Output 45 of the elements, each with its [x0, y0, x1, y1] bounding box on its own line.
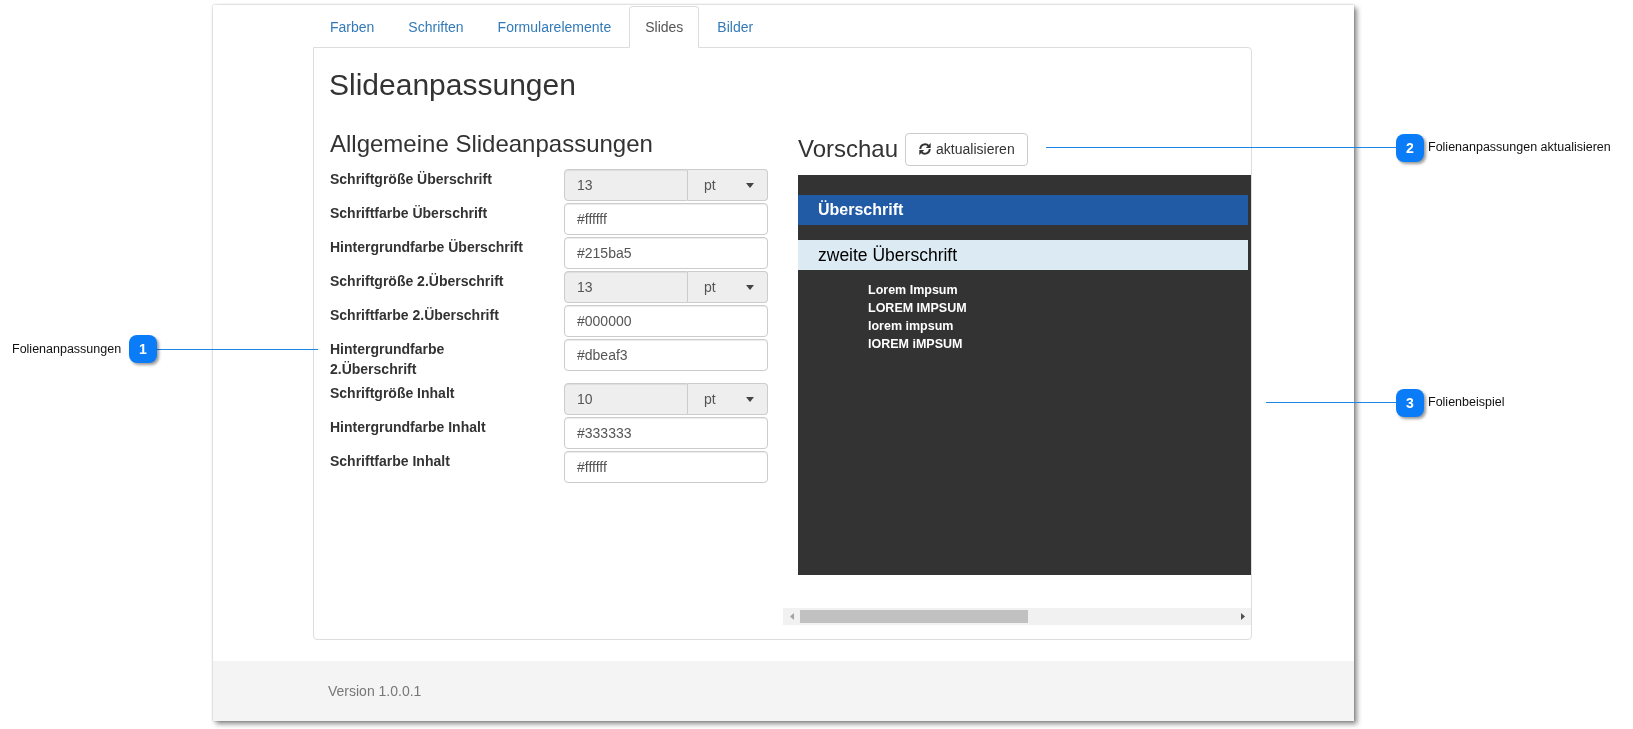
refresh-icon	[918, 142, 933, 156]
callout-label: Folienanpassungen	[12, 342, 122, 357]
nav-tab[interactable]: Bilder	[701, 6, 770, 48]
callout-badge: 1	[129, 335, 157, 363]
field-label: Schriftgröße 2.Überschrift	[330, 272, 505, 291]
color-value-field[interactable]: #000000	[564, 305, 768, 337]
field-label: Hintergrundfarbe Inhalt	[330, 418, 487, 437]
field-label: Schriftfarbe Überschrift	[330, 204, 489, 223]
refresh-button[interactable]: aktualisieren	[905, 132, 1028, 166]
version-text: Version 1.0.0.1	[328, 681, 422, 701]
slide-text-line: lOREM iMPSUM	[868, 336, 963, 353]
scroll-left-arrow-icon[interactable]	[789, 613, 794, 620]
nav-tab[interactable]: Slides	[629, 6, 700, 48]
callout-label: Folienanpassungen aktualisieren	[1428, 140, 1611, 155]
callout-label: Folienbeispiel	[1428, 395, 1505, 410]
color-value-field[interactable]: #215ba5	[564, 237, 768, 269]
color-value-field[interactable]: #333333	[564, 417, 768, 449]
page-heading: Slideanpassungen	[329, 68, 577, 101]
field-label: Schriftgröße Überschrift	[330, 170, 493, 189]
slide-text-line: Lorem Impsum	[868, 282, 958, 299]
caret-icon	[746, 182, 754, 188]
field-label: Schriftgröße Inhalt	[330, 384, 456, 403]
nav-tab[interactable]: Schriften	[392, 6, 480, 48]
slide-heading: Überschrift	[798, 195, 1248, 225]
nav-tab[interactable]: Farben	[314, 6, 391, 48]
field-label: Hintergrundfarbe 2.Überschrift	[330, 340, 446, 379]
color-value-field[interactable]: #ffffff	[564, 203, 768, 235]
field-label: Schriftfarbe Inhalt	[330, 452, 451, 471]
callout-badge: 2	[1396, 134, 1424, 162]
caret-icon	[746, 284, 754, 290]
scroll-right-arrow-icon[interactable]	[1240, 613, 1245, 620]
slide-text-line: lorem impsum	[868, 318, 954, 335]
slide-text-line: LOREM IMPSUM	[868, 300, 967, 317]
caret-icon	[746, 396, 754, 402]
horizontal-scrollbar[interactable]	[783, 608, 1251, 625]
field-label: Schriftfarbe 2.Überschrift	[330, 306, 500, 325]
scrollbar-thumb[interactable]	[800, 610, 1028, 623]
slide-subheading: zweite Überschrift	[798, 240, 1248, 270]
section-heading: Allgemeine Slideanpassungen	[330, 131, 654, 157]
color-value-field[interactable]: #ffffff	[564, 451, 768, 483]
color-value-field[interactable]: #dbeaf3	[564, 339, 768, 371]
preview-heading: Vorschau	[798, 136, 899, 162]
nav-tab[interactable]: Formularelemente	[481, 6, 628, 48]
callout-badge: 3	[1396, 389, 1424, 417]
field-label: Hintergrundfarbe Überschrift	[330, 238, 524, 257]
